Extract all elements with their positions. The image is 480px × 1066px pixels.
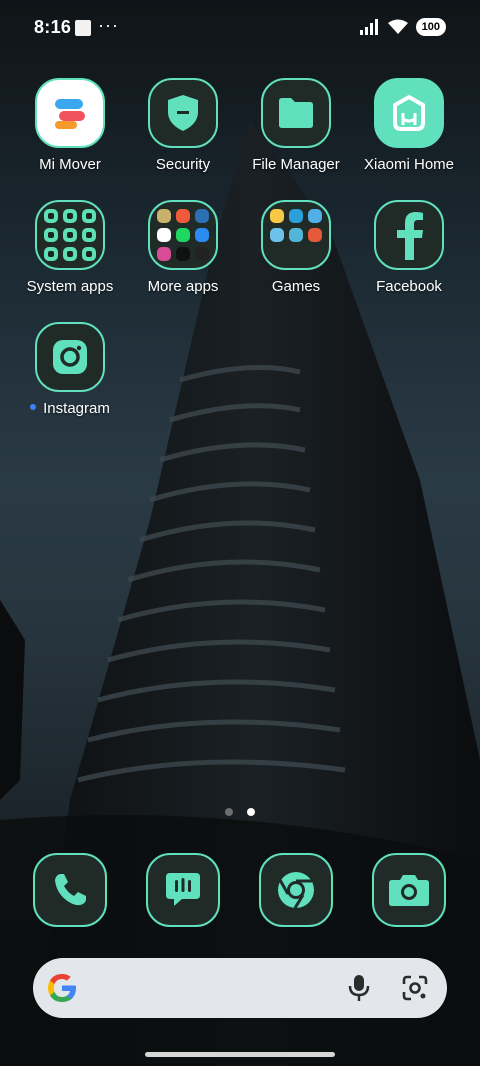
- folder-games[interactable]: Games: [240, 200, 352, 295]
- google-g-icon: [48, 973, 76, 1002]
- dock-phone[interactable]: [14, 853, 126, 927]
- notification-icon: [75, 20, 91, 36]
- app-file-manager[interactable]: File Manager: [240, 78, 352, 173]
- mi-home-icon: [374, 78, 444, 148]
- clock: 8:16: [34, 17, 72, 37]
- page-indicator[interactable]: [0, 808, 480, 816]
- folder-system-apps-icon: [35, 200, 105, 270]
- app-security[interactable]: Security: [127, 78, 239, 173]
- app-label: System apps: [26, 278, 114, 295]
- app-label: Security: [155, 156, 211, 173]
- status-bar: 8:16 ··· 100: [0, 0, 480, 56]
- dock-messages[interactable]: [127, 853, 239, 927]
- signal-icon: [359, 19, 378, 35]
- battery-indicator: 100: [415, 18, 446, 36]
- camera-icon: [372, 853, 446, 927]
- gesture-nav-handle[interactable]: [145, 1052, 335, 1057]
- app-label-text: Instagram: [43, 400, 110, 417]
- instagram-icon: [35, 322, 105, 392]
- shield-icon: [148, 78, 218, 148]
- message-icon: [146, 853, 220, 927]
- app-mi-mover[interactable]: Mi Mover: [14, 78, 126, 173]
- app-label: File Manager: [252, 156, 340, 173]
- dock-chrome[interactable]: [240, 853, 352, 927]
- chrome-icon: [259, 853, 333, 927]
- page-dot-2[interactable]: [247, 808, 255, 816]
- microphone-icon[interactable]: [347, 974, 371, 1002]
- app-label: Xiaomi Home: [363, 156, 455, 173]
- folder-icon: [261, 78, 331, 148]
- folder-more-apps[interactable]: More apps: [127, 200, 239, 295]
- google-search-bar[interactable]: [33, 958, 447, 1018]
- phone-icon: [33, 853, 107, 927]
- app-instagram[interactable]: Instagram: [14, 322, 126, 417]
- app-label: Instagram: [30, 400, 110, 417]
- google-lens-icon[interactable]: [401, 974, 429, 1002]
- app-label: Facebook: [376, 278, 442, 295]
- app-label: Games: [271, 278, 321, 295]
- facebook-icon: [374, 200, 444, 270]
- wifi-icon: [387, 19, 408, 34]
- more-notifications-icon: ···: [98, 15, 119, 35]
- app-label: More apps: [147, 278, 219, 295]
- folder-more-apps-icon: [148, 200, 218, 270]
- folder-games-icon: [261, 200, 331, 270]
- dock-camera[interactable]: [353, 853, 465, 927]
- mi-mover-icon: [35, 78, 105, 148]
- app-label: Mi Mover: [39, 156, 101, 173]
- page-dot-1[interactable]: [225, 808, 233, 816]
- app-facebook[interactable]: Facebook: [353, 200, 465, 295]
- folder-system-apps[interactable]: System apps: [14, 200, 126, 295]
- app-xiaomi-home[interactable]: Xiaomi Home: [353, 78, 465, 173]
- new-install-dot: [30, 404, 37, 411]
